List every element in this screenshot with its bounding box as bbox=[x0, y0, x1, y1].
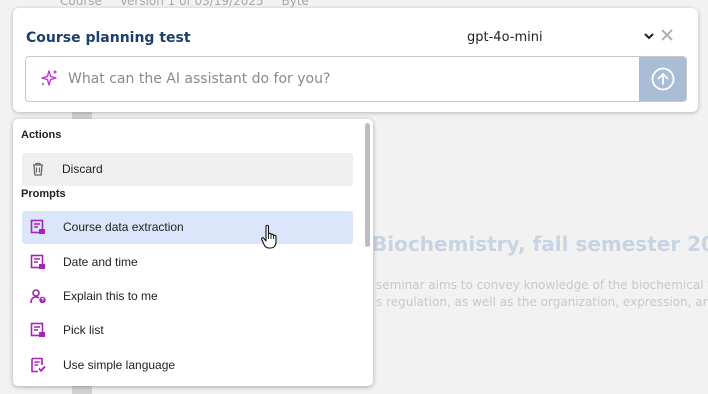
person-question-icon bbox=[30, 288, 46, 304]
assistant-menu: Actions Discard Prompts Course data extr… bbox=[13, 119, 373, 386]
actions-heading: Actions bbox=[21, 129, 62, 141]
menu-item-label: Pick list bbox=[63, 323, 104, 337]
document-check-icon bbox=[30, 357, 46, 373]
model-select[interactable]: gpt-4o-mini bbox=[465, 30, 655, 48]
menu-item-course-data-extraction[interactable]: Course data extraction bbox=[22, 211, 353, 244]
background-breadcrumb-course: Course bbox=[60, 0, 102, 8]
menu-item-label: Use simple language bbox=[63, 358, 176, 372]
prompt-list-icon bbox=[30, 254, 46, 270]
background-heading: Biochemistry, fall semester 2025 bbox=[372, 232, 708, 256]
prompt-list-icon bbox=[30, 322, 46, 338]
menu-item-label: Explain this to me bbox=[63, 289, 158, 303]
background-paragraph-line: s regulation, as well as the organizatio… bbox=[376, 295, 708, 309]
ai-assistant-panel: Course planning test gpt-4o-mini bbox=[13, 8, 698, 112]
menu-item-discard[interactable]: Discard bbox=[22, 153, 353, 186]
arrow-up-icon bbox=[651, 67, 675, 91]
prompt-box bbox=[25, 56, 687, 102]
menu-item-label: Discard bbox=[62, 162, 103, 176]
menu-item-use-simple-language[interactable]: Use simple language bbox=[22, 349, 353, 382]
assistant-title: Course planning test bbox=[26, 30, 191, 46]
hand-cursor-icon bbox=[260, 224, 280, 250]
background-breadcrumb-author: Byte bbox=[281, 0, 309, 8]
prompt-list-icon bbox=[30, 219, 46, 235]
background-paragraph-line: seminar aims to convey knowledge of the … bbox=[376, 278, 708, 292]
trash-icon bbox=[30, 161, 46, 177]
menu-item-label: Course data extraction bbox=[63, 220, 184, 234]
prompt-input[interactable] bbox=[68, 57, 628, 101]
menu-item-explain-this-to-me[interactable]: Explain this to me bbox=[22, 280, 353, 313]
close-icon[interactable] bbox=[661, 28, 673, 46]
menu-item-date-and-time[interactable]: Date and time bbox=[22, 246, 353, 279]
menu-item-label: Date and time bbox=[63, 255, 138, 269]
menu-scrollbar[interactable] bbox=[365, 123, 370, 247]
menu-item-pick-list[interactable]: Pick list bbox=[22, 314, 353, 347]
background-breadcrumb-version: Version 1 of 03/19/2025 bbox=[119, 0, 264, 8]
background-breadcrumb: Course Version 1 of 03/19/2025 Byte bbox=[60, 0, 323, 8]
sparkle-icon bbox=[39, 68, 59, 88]
model-select-value: gpt-4o-mini bbox=[467, 30, 543, 45]
submit-button[interactable] bbox=[639, 57, 686, 101]
chevron-down-icon bbox=[643, 30, 655, 45]
prompts-heading: Prompts bbox=[21, 188, 66, 200]
